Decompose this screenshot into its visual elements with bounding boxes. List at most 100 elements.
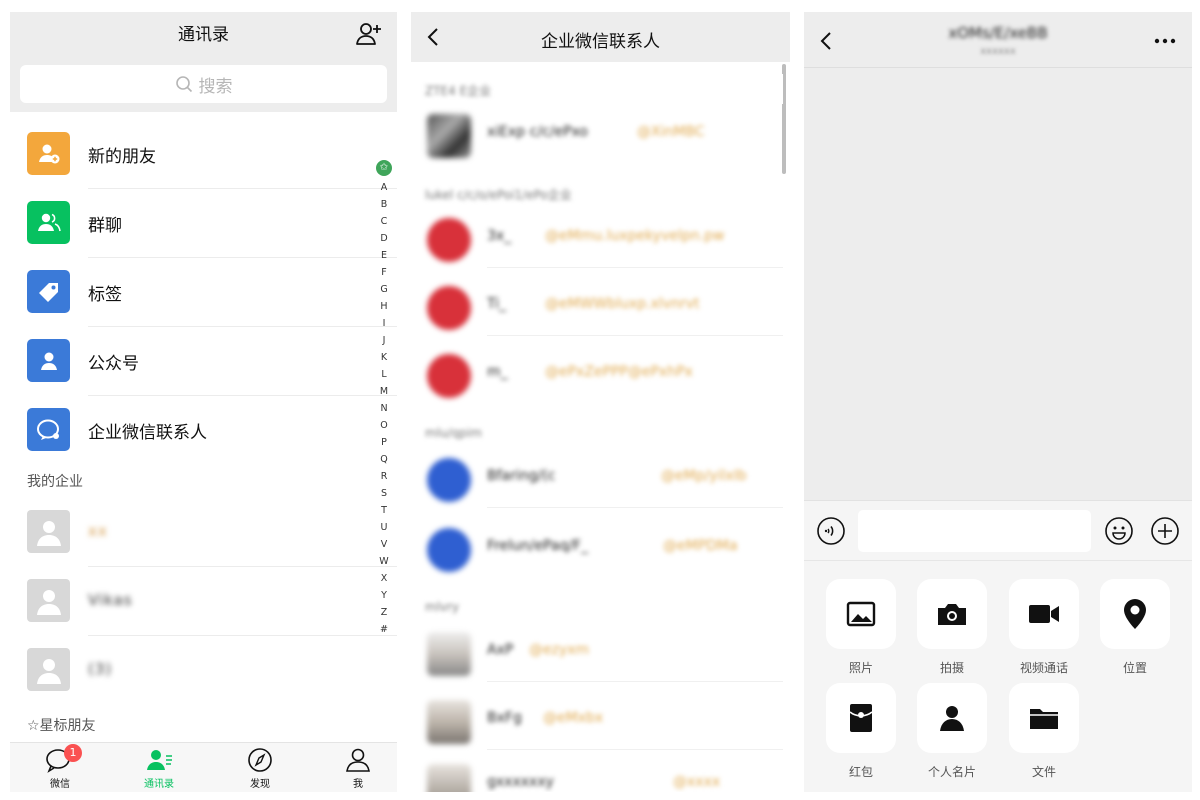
section-starred-friends: ☆星标朋友 xyxy=(27,718,96,734)
tab-contacts[interactable]: 通讯录 xyxy=(129,747,189,790)
attach-label: 红包 xyxy=(848,765,873,779)
message-input[interactable] xyxy=(858,510,1091,552)
attach-label: 个人名片 xyxy=(927,765,976,779)
attach-video-call[interactable]: 视频通话 xyxy=(1009,579,1079,676)
alphabet-letter[interactable]: W xyxy=(375,553,393,570)
alphabet-letter[interactable]: N xyxy=(375,400,393,417)
menu-item-official-accounts[interactable]: 公众号 xyxy=(10,327,397,396)
alphabet-letter[interactable]: G xyxy=(375,281,393,298)
screenshot-root: 通讯录 搜索 新的朋友 群聊 标签 公众号 企业微信联系人 我的企业 xx Vi… xyxy=(0,0,1200,800)
alphabet-letter[interactable]: P xyxy=(375,434,393,451)
avatar xyxy=(427,764,471,792)
contact-row[interactable]: m_ @ePxZePPP@ePxhPx xyxy=(411,344,783,404)
chat-panel: xOMs/E/xeBB xxxxxx 照片 拍摄 视频通话 位置 红包 个人名片… xyxy=(804,12,1192,792)
alphabet-letter[interactable]: R xyxy=(375,468,393,485)
attach-file[interactable]: 文件 xyxy=(1009,683,1079,780)
emoji-icon[interactable] xyxy=(1104,516,1134,546)
contact-company: @eMp/yilxIb xyxy=(661,468,747,484)
contact-company: @XinMBC xyxy=(637,124,705,140)
alphabet-letter[interactable]: T xyxy=(375,502,393,519)
new-friend-icon xyxy=(27,132,70,175)
bottom-tab-bar: 1 微信 通讯录 发现 我 xyxy=(10,742,397,792)
tab-chats[interactable]: 1 微信 xyxy=(30,744,90,790)
tab-me[interactable]: 我 xyxy=(328,747,388,790)
alphabet-letter[interactable]: Z xyxy=(375,604,393,621)
tab-label: 发现 xyxy=(250,779,270,790)
attach-label: 视频通话 xyxy=(1019,661,1068,675)
alphabet-letter[interactable]: C xyxy=(375,213,393,230)
avatar xyxy=(427,114,471,158)
alphabet-letter[interactable]: D xyxy=(375,230,393,247)
alphabet-letter[interactable]: # xyxy=(375,621,393,638)
compass-icon xyxy=(248,748,272,772)
menu-item-enterprise-contacts[interactable]: 企业微信联系人 xyxy=(10,396,397,465)
contact-row[interactable]: 3x_ @eMmu.luxpekyvelpn.pw xyxy=(411,208,783,268)
alphabet-letter[interactable]: L xyxy=(375,366,393,383)
contact-company: @ePxZePPP@ePxhPx xyxy=(545,364,693,380)
search-input[interactable]: 搜索 xyxy=(20,65,387,103)
enterprise-item[interactable]: Vikas xyxy=(10,567,397,636)
chat-subtitle: xxxxxx xyxy=(980,46,1016,57)
menu-item-new-friends[interactable]: 新的朋友 xyxy=(10,120,397,189)
avatar xyxy=(27,510,70,553)
plus-icon[interactable] xyxy=(1150,516,1180,546)
alphabet-letter[interactable]: A xyxy=(375,179,393,196)
group-header: ZTE4 E企业 xyxy=(411,74,783,104)
contact-row[interactable]: Ti_ @eMWWbluxp.xlvnrvt xyxy=(411,276,783,336)
contact-name: xiExp c/c/ePxo xyxy=(487,124,588,140)
attach-label: 位置 xyxy=(1122,661,1147,675)
alphabet-letter[interactable]: H xyxy=(375,298,393,315)
alphabet-letter[interactable]: J xyxy=(375,332,393,349)
voice-icon[interactable] xyxy=(816,516,846,546)
menu-item-group-chats[interactable]: 群聊 xyxy=(10,189,397,258)
alphabet-letter[interactable]: X xyxy=(375,570,393,587)
enterprise-name: Vikas xyxy=(88,591,133,609)
attach-camera[interactable]: 拍摄 xyxy=(917,579,987,676)
alphabet-index[interactable]: ✩ A B C D E F G H I J K L M N O P Q R S T U V W X Y Z # xyxy=(375,160,393,638)
contact-row[interactable]: Bfaring/(c @eMp/yilxIb xyxy=(411,448,783,508)
enterprise-item[interactable]: xx xyxy=(10,498,397,567)
alphabet-letter[interactable]: Q xyxy=(375,451,393,468)
tab-label: 我 xyxy=(353,779,363,790)
group-header: lukel c/c/o/ePoi1/ePo企业 xyxy=(411,178,783,208)
tab-label: 通讯录 xyxy=(144,779,174,790)
avatar xyxy=(427,528,471,572)
contacts-header: 通讯录 搜索 xyxy=(10,12,397,112)
enterprise-item[interactable]: (3) xyxy=(10,636,397,705)
contact-row[interactable]: xiExp c/c/ePxo @XinMBC xyxy=(411,104,783,164)
chat-title: xOMs/E/xeBB xyxy=(948,24,1048,42)
alphabet-letter[interactable]: O xyxy=(375,417,393,434)
alphabet-letter[interactable]: V xyxy=(375,536,393,553)
alphabet-letter[interactable]: S xyxy=(375,485,393,502)
enterprise-contact-icon xyxy=(27,408,70,451)
contact-row[interactable]: BxFg @eMxbx xyxy=(411,690,783,750)
contact-name: 3x_ xyxy=(487,228,512,244)
alphabet-letter[interactable]: K xyxy=(375,349,393,366)
alphabet-letter[interactable]: I xyxy=(375,315,393,332)
contacts-icon xyxy=(147,750,172,770)
contacts-panel: 通讯录 搜索 新的朋友 群聊 标签 公众号 企业微信联系人 我的企业 xx Vi… xyxy=(10,12,397,792)
chat-header: xOMs/E/xeBB xxxxxx xyxy=(804,12,1192,68)
contact-row[interactable]: gxxxxxxy @xxxx xyxy=(411,754,783,792)
tab-discover[interactable]: 发现 xyxy=(230,747,290,790)
attach-location[interactable]: 位置 xyxy=(1100,579,1170,676)
menu-item-tags[interactable]: 标签 xyxy=(10,258,397,327)
alphabet-letter[interactable]: B xyxy=(375,196,393,213)
attach-red-packet[interactable]: 红包 xyxy=(826,683,896,780)
video-call-icon xyxy=(1029,605,1059,623)
menu-item-label: 新的朋友 xyxy=(88,147,156,167)
alphabet-letter[interactable]: Y xyxy=(375,587,393,604)
alphabet-letter[interactable]: M xyxy=(375,383,393,400)
more-icon[interactable] xyxy=(1154,38,1176,44)
page-title: 通讯录 xyxy=(178,25,229,45)
contact-row[interactable]: AxP @ezyxm xyxy=(411,622,783,682)
alphabet-letter[interactable]: F xyxy=(375,264,393,281)
attach-label: 照片 xyxy=(848,661,873,675)
attach-contact-card[interactable]: 个人名片 xyxy=(917,683,987,780)
alphabet-letter[interactable]: U xyxy=(375,519,393,536)
attach-photo[interactable]: 照片 xyxy=(826,579,896,676)
add-friend-icon[interactable] xyxy=(355,20,383,48)
star-index-icon[interactable]: ✩ xyxy=(376,160,392,176)
alphabet-letter[interactable]: E xyxy=(375,247,393,264)
contact-row[interactable]: Frelun/ePaq/F_ @eMPDMa xyxy=(411,518,783,578)
